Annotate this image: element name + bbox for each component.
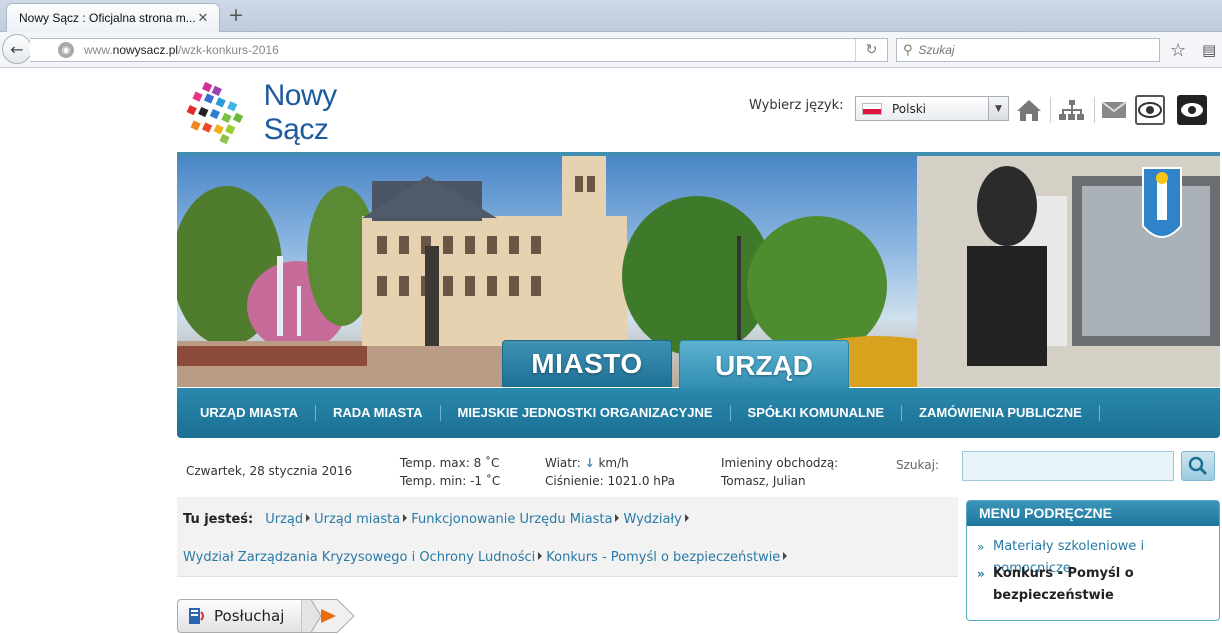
polish-flag-icon	[862, 102, 882, 115]
bookmarks-list-icon[interactable]: ▤	[1202, 41, 1216, 59]
browser-nav-bar: ← ◉ www.nowysacz.pl/wzk-konkurs-2016 ↻ ⚲…	[0, 32, 1222, 68]
breadcrumb-arrow-icon	[306, 514, 311, 522]
home-icon	[1017, 100, 1041, 121]
tab-miasto[interactable]: MIASTO	[502, 340, 672, 387]
listen-button[interactable]: Posłuchaj	[177, 599, 355, 633]
wind-label: Wiatr:	[545, 456, 581, 470]
breadcrumb-arrow-icon	[783, 552, 788, 560]
breadcrumb-arrow-icon	[615, 514, 620, 522]
contact-button[interactable]	[1099, 95, 1129, 125]
page-content: Nowy Sącz Wybierz język: Polski ▼ MIASTO…	[0, 69, 1222, 634]
nav-zamowienia-publiczne[interactable]: ZAMÓWIENIA PUBLICZNE	[902, 405, 1100, 421]
listen-label: Posłuchaj	[214, 607, 285, 625]
eye-icon	[1138, 102, 1162, 118]
language-label: Wybierz język:	[749, 98, 844, 113]
breadcrumb-arrow-icon	[684, 514, 689, 522]
language-value: Polski	[892, 101, 927, 116]
breadcrumb: Tu jesteś: Urząd Urząd miasta Funkcjonowani…	[177, 497, 958, 577]
breadcrumb-item[interactable]: Urząd miasta	[314, 512, 400, 527]
breadcrumb-item[interactable]: Funkcjonowanie Urzędu Miasta	[411, 512, 612, 527]
back-button[interactable]: ←	[2, 34, 32, 64]
site-search-label: Szukaj:	[896, 458, 939, 472]
current-date: Czwartek, 28 stycznia 2016	[186, 464, 353, 478]
temp-min: Temp. min: -1 ˚C	[400, 474, 501, 488]
eye-high-contrast-icon	[1181, 103, 1203, 117]
contrast-normal-button[interactable]	[1135, 95, 1165, 125]
pressure: Ciśnienie: 1021.0 hPa	[545, 474, 675, 488]
search-icon	[1188, 456, 1208, 476]
nameday-names: Tomasz, Julian	[721, 474, 806, 488]
chevron-right-icon: »	[977, 540, 985, 554]
main-navigation: URZĄD MIASTA RADA MIASTA MIEJSKIE JEDNOS…	[177, 388, 1220, 438]
wind-unit: km/h	[598, 456, 629, 470]
nav-rada-miasta[interactable]: RADA MIASTA	[316, 405, 441, 421]
breadcrumb-arrow-icon	[403, 514, 408, 522]
speaker-icon	[189, 608, 204, 624]
browser-search-box[interactable]: ⚲	[896, 38, 1160, 62]
site-logo[interactable]: Nowy Sącz	[184, 79, 404, 147]
nav-miejskie-jednostki[interactable]: MIEJSKIE JEDNOSTKI ORGANIZACYJNE	[441, 405, 731, 421]
quick-menu-item-active[interactable]: » Konkurs - Pomyśl o bezpieczeństwie	[977, 563, 1134, 607]
nav-urzad-miasta[interactable]: URZĄD MIASTA	[183, 405, 316, 421]
tab-urzad[interactable]: URZĄD	[679, 340, 849, 390]
language-select[interactable]: Polski ▼	[855, 96, 1009, 121]
logo-mosaic-icon	[186, 81, 244, 145]
search-icon: ⚲	[903, 42, 913, 58]
weather-info: Wiatr: ↓ km/h Ciśnienie: 1021.0 hPa	[545, 454, 675, 490]
bookmark-star-icon[interactable]: ☆	[1170, 40, 1186, 61]
breadcrumb-item[interactable]: Wydziały	[623, 512, 681, 527]
browser-search-input[interactable]	[918, 43, 1139, 57]
breadcrumb-item[interactable]: Urząd	[265, 512, 303, 527]
chevron-down-icon: ▼	[988, 97, 1008, 120]
browser-tab[interactable]: Nowy Sącz : Oficjalna strona m... ✕	[6, 3, 220, 32]
url-text[interactable]: www.nowysacz.pl/wzk-konkurs-2016	[84, 43, 855, 57]
sitemap-button[interactable]	[1057, 95, 1087, 125]
browser-tab-bar: Nowy Sącz : Oficjalna strona m... ✕ +	[0, 0, 1222, 32]
icon-separator	[1050, 97, 1051, 123]
nav-spolki-komunalne[interactable]: SPÓŁKI KOMUNALNE	[731, 405, 903, 421]
breadcrumb-arrow-icon	[538, 552, 543, 560]
nameday-info: Imieniny obchodzą: Tomasz, Julian	[721, 454, 838, 490]
tab-title: Nowy Sącz : Oficjalna strona m...	[19, 11, 195, 25]
temperature-info: Temp. max: 8 ˚C Temp. min: -1 ˚C	[400, 454, 500, 490]
breadcrumb-item[interactable]: Konkurs - Pomyśl o bezpieczeństwie	[546, 550, 780, 565]
play-icon	[301, 599, 355, 633]
icon-separator	[1094, 97, 1095, 123]
quick-menu-title: MENU PODRĘCZNE	[967, 501, 1219, 526]
temp-max: Temp. max: 8 ˚C	[400, 456, 500, 470]
home-button[interactable]	[1014, 95, 1044, 125]
contrast-high-button[interactable]	[1177, 95, 1207, 125]
back-arrow-icon: ←	[10, 39, 24, 59]
new-tab-icon[interactable]: +	[228, 4, 244, 26]
logo-text: Nowy Sącz	[263, 79, 338, 146]
globe-icon: ◉	[58, 42, 74, 58]
chevron-right-icon: »	[977, 567, 985, 581]
site-search-input[interactable]	[962, 451, 1174, 481]
sitemap-icon	[1059, 100, 1084, 120]
nameday-label: Imieniny obchodzą:	[721, 456, 839, 470]
address-bar[interactable]: ◉ www.nowysacz.pl/wzk-konkurs-2016 ↻	[30, 38, 888, 62]
quick-menu: MENU PODRĘCZNE » Materiały szkoleniowe i…	[966, 500, 1220, 621]
site-search-button[interactable]	[1181, 451, 1215, 481]
wind-arrow-icon: ↓	[584, 456, 595, 470]
tab-close-icon[interactable]: ✕	[195, 11, 211, 26]
reload-icon[interactable]: ↻	[855, 39, 887, 61]
breadcrumb-label: Tu jesteś:	[183, 512, 254, 527]
breadcrumb-item[interactable]: Wydział Zarządzania Kryzysowego i Ochron…	[183, 550, 535, 565]
mail-icon	[1101, 101, 1127, 118]
